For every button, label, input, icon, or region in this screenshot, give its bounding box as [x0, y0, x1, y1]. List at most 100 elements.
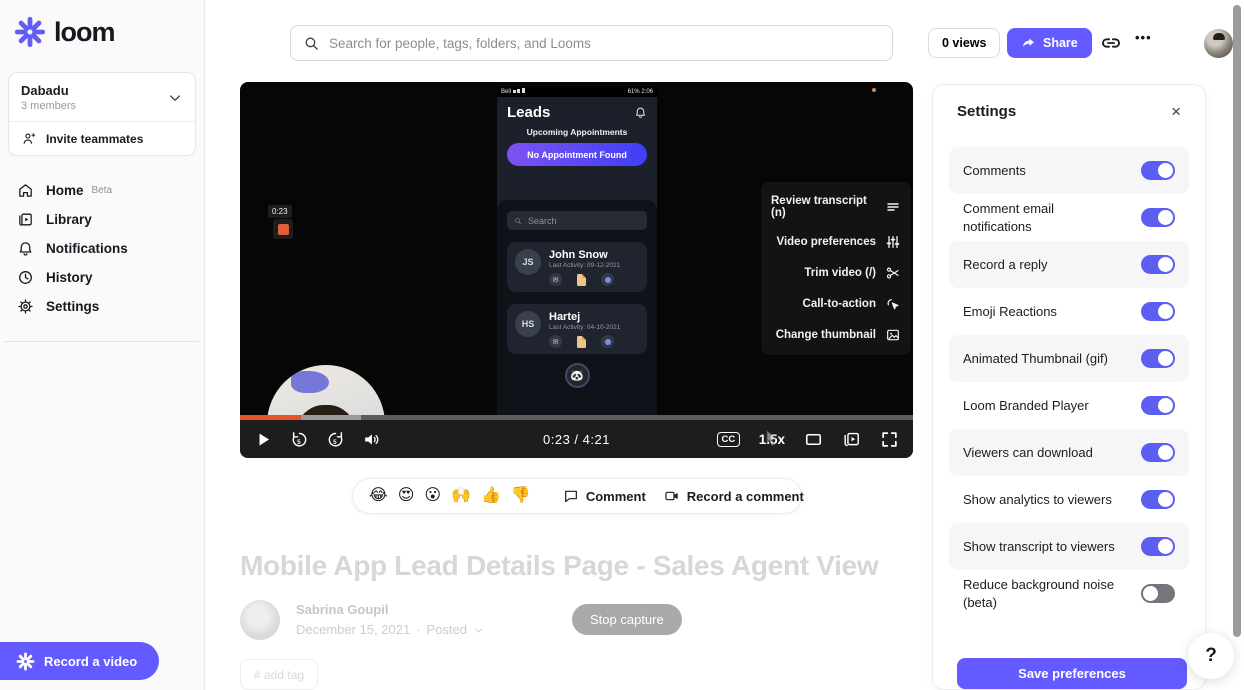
invite-teammates-button[interactable]: Invite teammates [9, 121, 195, 155]
captions-button[interactable]: CC [717, 432, 740, 447]
emoji-reaction-5[interactable]: 👎 [511, 488, 531, 504]
copy-link-icon[interactable] [1100, 32, 1122, 54]
toggle-off[interactable] [1141, 584, 1175, 603]
user-avatar[interactable] [1204, 29, 1233, 58]
search-icon [303, 35, 320, 52]
video-status[interactable]: Posted [427, 622, 467, 637]
beta-badge: Beta [92, 185, 113, 196]
settings-row: Reduce background noise (beta) [949, 570, 1189, 617]
record-a-comment-button[interactable]: Record a comment [664, 488, 804, 504]
play-button[interactable] [254, 430, 273, 449]
toggle-on[interactable] [1141, 161, 1175, 180]
toggle-on[interactable] [1141, 443, 1175, 462]
scissors-icon [885, 265, 901, 281]
toggle-on[interactable] [1141, 255, 1175, 274]
menu-item-trim-video[interactable]: Trim video (/) [761, 257, 911, 288]
lead-activity: Last Activity: 09-12-2021 [549, 262, 620, 269]
toggle-on[interactable] [1141, 349, 1175, 368]
stop-capture-button[interactable]: Stop capture [572, 604, 682, 635]
sidebar-nav: Home Beta Library Notifications History S… [0, 176, 204, 321]
sidebar-divider [3, 341, 199, 342]
video-phone-screen: Bell 61% 2:06 Leads Upcoming Appointment… [497, 86, 657, 420]
lead-card: HS Hartej Last Activity: 04-10-2021 ✉ [507, 304, 647, 354]
mouse-pointer-icon [765, 430, 778, 446]
emoji-reaction-1[interactable]: 😍 [398, 488, 415, 504]
sidebar-item-home[interactable]: Home Beta [0, 176, 204, 205]
menu-item-call-to-action[interactable]: Call-to-action [761, 288, 911, 319]
page-scrollbar[interactable] [1233, 5, 1241, 637]
share-button[interactable]: Share [1007, 28, 1092, 58]
settings-row: Show analytics to viewers [949, 476, 1189, 523]
email-icon: ✉ [549, 335, 562, 348]
setting-label: Animated Thumbnail (gif) [963, 350, 1108, 368]
workspace-switcher[interactable]: Dabadu 3 members [9, 73, 195, 121]
record-comment-label: Record a comment [687, 489, 804, 504]
loom-logo[interactable]: loom [14, 16, 115, 48]
record-a-video-button[interactable]: Record a video [0, 642, 159, 680]
menu-item-change-thumbnail[interactable]: Change thumbnail [761, 319, 911, 350]
comment-bubble-icon [563, 488, 579, 504]
phone-page-title: Leads [507, 104, 550, 121]
fullscreen-button[interactable] [880, 430, 899, 449]
comment-button[interactable]: Comment [563, 488, 646, 504]
toggle-on[interactable] [1141, 396, 1175, 415]
workspace-card: Dabadu 3 members Invite teammates [8, 72, 196, 156]
help-button[interactable]: ? [1188, 633, 1234, 679]
emoji-reaction-4[interactable]: 👍 [481, 488, 501, 504]
picture-in-picture-button[interactable] [842, 430, 861, 449]
status-time: 2:06 [641, 89, 653, 95]
setting-label: Record a reply [963, 256, 1048, 274]
theater-mode-button[interactable] [804, 430, 823, 449]
phone-sheet: Search JS John Snow Last Activity: 09-12… [497, 200, 657, 420]
emoji-reaction-3[interactable]: 🙌 [451, 488, 471, 504]
setting-label: Show transcript to viewers [963, 538, 1115, 556]
logo-text: loom [54, 17, 115, 48]
toggle-on[interactable] [1141, 208, 1175, 227]
views-button[interactable]: 0 views [928, 28, 1000, 58]
menu-item-review-transcript-n[interactable]: Review transcript (n) [761, 187, 911, 226]
sidebar-item-library[interactable]: Library [0, 205, 204, 234]
comment-label: Comment [586, 489, 646, 504]
forward-5-button[interactable]: 5 [326, 430, 345, 449]
lead-initials: JS [515, 249, 541, 275]
menu-item-video-preferences[interactable]: Video preferences [761, 226, 911, 257]
video-controls: 5 5 0:23 / 4:21 CC 1.5x [240, 420, 913, 458]
volume-button[interactable] [362, 430, 381, 449]
save-preferences-button[interactable]: Save preferences [957, 658, 1187, 689]
stop-recording-button[interactable] [273, 219, 293, 239]
video-context-menu: Review transcript (n) Video preferences … [761, 182, 911, 355]
toggle-on[interactable] [1141, 537, 1175, 556]
rewind-5-button[interactable]: 5 [290, 430, 309, 449]
reaction-bar: 😂 😍 😮 🙌 👍 👎 Comment Record a comment [352, 478, 802, 514]
sidebar-item-settings[interactable]: Settings [0, 292, 204, 321]
loom-flower-icon [14, 16, 46, 48]
toggle-on[interactable] [1141, 302, 1175, 321]
toggle-on[interactable] [1141, 490, 1175, 509]
home-icon [17, 182, 34, 199]
settings-panel-title: Settings [957, 103, 1016, 120]
call-icon [601, 273, 614, 286]
close-icon[interactable]: × [1171, 103, 1181, 120]
battery-percent: 61% [628, 89, 640, 95]
gear-icon [17, 298, 34, 315]
search-input[interactable] [329, 36, 880, 51]
video-title: Mobile App Lead Details Page - Sales Age… [240, 550, 878, 582]
video-player[interactable]: Bell 61% 2:06 Leads Upcoming Appointment… [240, 82, 913, 458]
clock-icon [17, 269, 34, 286]
sliders-icon [885, 234, 901, 250]
settings-row: Loom Branded Player [949, 382, 1189, 429]
emoji-reaction-2[interactable]: 😮 [424, 488, 441, 504]
lead-initials: HS [515, 311, 541, 337]
sidebar-item-history[interactable]: History [0, 263, 204, 292]
sidebar-item-notifications[interactable]: Notifications [0, 234, 204, 263]
add-tag-button[interactable]: # add tag [240, 659, 318, 690]
menu-label: Video preferences [776, 236, 876, 248]
nav-label: Settings [46, 299, 99, 314]
chevron-down-icon [473, 624, 484, 635]
signal-icons [513, 88, 525, 93]
more-options-button[interactable]: ••• [1135, 30, 1152, 45]
loom-flower-icon [16, 652, 35, 671]
settings-row: Viewers can download [949, 429, 1189, 476]
emoji-reaction-0[interactable]: 😂 [369, 488, 388, 504]
nav-label: Home [46, 183, 84, 198]
